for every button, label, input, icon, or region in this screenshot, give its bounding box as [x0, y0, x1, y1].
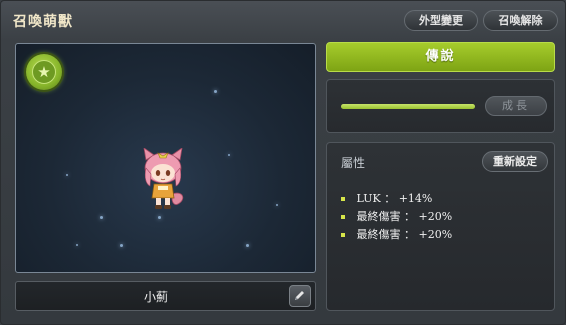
sparkle	[214, 90, 217, 93]
sparkle	[66, 174, 68, 176]
stat-separator: ：	[404, 228, 415, 241]
stat-separator: ：	[384, 192, 396, 205]
bullet-icon	[341, 233, 345, 237]
sparkle	[76, 244, 78, 246]
sparkle	[228, 154, 230, 156]
pet-sprite[interactable]	[138, 148, 188, 210]
growth-panel: 成長	[326, 79, 555, 133]
stat-separator: ：	[404, 210, 415, 223]
edit-name-button[interactable]	[289, 285, 311, 307]
stat-name: 最終傷害	[356, 228, 401, 241]
attributes-panel: 屬性 重新設定 LUK ： +14% 最終傷害 ： +20% 最終傷害 ： +2…	[326, 142, 555, 311]
stat-value: +20%	[418, 210, 453, 223]
window-title: 召喚萌獸	[13, 14, 73, 30]
sparkle	[120, 244, 123, 247]
growth-progress-fill	[341, 104, 475, 109]
star-icon: ★	[32, 60, 56, 84]
sparkle	[276, 204, 278, 206]
grade-legendary-button[interactable]: 傳說	[326, 42, 555, 72]
appearance-change-button[interactable]: 外型變更	[404, 10, 478, 31]
sparkle	[100, 216, 103, 219]
stat-line: LUK ： +14%	[341, 190, 432, 206]
reset-attributes-button[interactable]: 重新設定	[482, 151, 548, 172]
pet-name: 小薊	[143, 290, 168, 304]
sparkle	[158, 216, 161, 219]
pet-preview-panel: ★	[15, 43, 316, 273]
pet-summon-window: 召喚萌獸 外型變更 召喚解除 ★ 小薊 傳說 成長 屬性 重新設定 LUK ： …	[0, 0, 566, 325]
bullet-icon	[341, 215, 345, 219]
attributes-title: 屬性	[341, 156, 366, 170]
stat-value: +14%	[398, 192, 433, 205]
stat-value: +20%	[418, 228, 453, 241]
pet-name-bar: 小薊	[15, 281, 316, 311]
sparkle	[246, 244, 249, 247]
stat-name: LUK	[356, 192, 381, 205]
stat-line: 最終傷害 ： +20%	[341, 208, 452, 224]
bullet-icon	[341, 197, 345, 201]
dismiss-summon-button[interactable]: 召喚解除	[483, 10, 558, 31]
pencil-icon	[295, 291, 304, 300]
growth-progress-bar	[341, 104, 475, 109]
grow-button[interactable]: 成長	[485, 96, 547, 116]
stat-name: 最終傷害	[356, 210, 401, 223]
grade-badge: ★	[26, 54, 62, 90]
stat-line: 最終傷害 ： +20%	[341, 226, 452, 242]
